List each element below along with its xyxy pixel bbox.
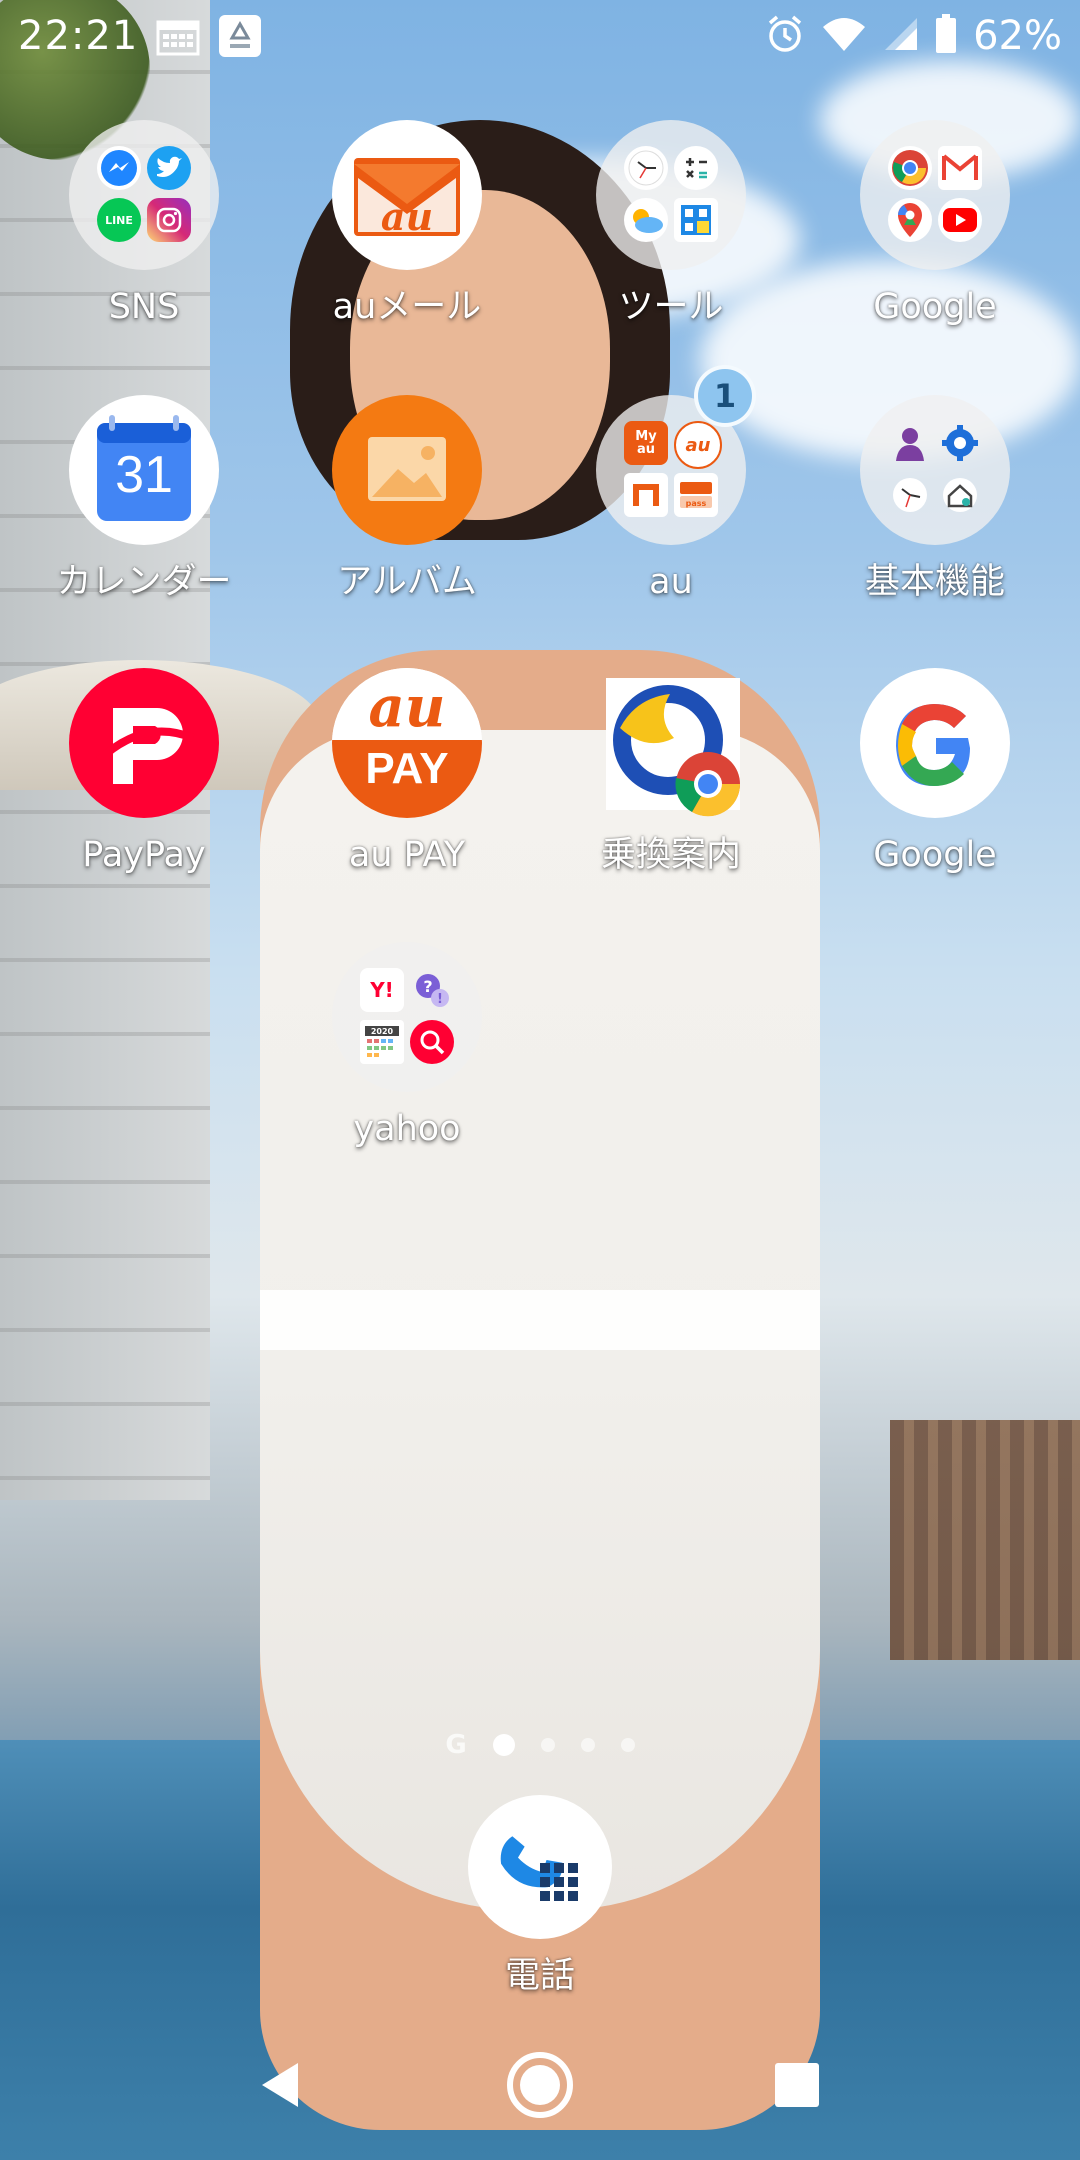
folder-basic-functions[interactable]: 基本機能: [820, 395, 1050, 603]
messenger-icon: [97, 146, 141, 190]
folder-sns[interactable]: LINE SNS: [29, 120, 259, 328]
app-label: カレンダー: [56, 562, 232, 602]
folder-basic-functions-icon[interactable]: [860, 395, 1010, 545]
calendar-2020-icon: 2020: [360, 1020, 404, 1064]
calendar-day: 31: [115, 446, 173, 504]
transit-icon[interactable]: [596, 668, 746, 818]
status-time: 22:21: [18, 13, 139, 59]
folder-au[interactable]: My au au pass 1 au: [556, 365, 786, 603]
app-album[interactable]: アルバム: [292, 395, 522, 603]
back-button[interactable]: [235, 2040, 325, 2130]
status-bar: 22:21 62%: [0, 0, 1080, 72]
google-icon[interactable]: [860, 668, 1010, 818]
app-calendar[interactable]: 31 カレンダー: [29, 395, 259, 603]
svg-text:?: ?: [423, 977, 432, 996]
alarm-icon: [765, 14, 805, 58]
app-label: PayPay: [82, 835, 206, 875]
battery-percent: 62%: [973, 13, 1062, 59]
calendar-icon[interactable]: 31: [69, 395, 219, 545]
page-dot-1[interactable]: [492, 1734, 515, 1756]
app-label: ツール: [618, 287, 724, 327]
calendar-notification-icon: [156, 16, 200, 56]
app-label: au: [649, 562, 693, 602]
paypay-icon[interactable]: [69, 668, 219, 818]
page-dot-3[interactable]: [580, 1738, 595, 1752]
recents-icon: [775, 2063, 819, 2107]
yahoo-japan-icon: Y!: [360, 968, 404, 1012]
back-icon: [262, 2063, 298, 2107]
app-au-mail[interactable]: au auメール: [292, 120, 522, 328]
svg-text:au: au: [381, 194, 433, 239]
page-dot-4[interactable]: [620, 1738, 635, 1752]
navigation-bar: [0, 2010, 1080, 2160]
folder-tools-icon[interactable]: [596, 120, 746, 270]
svg-text:2020: 2020: [371, 1027, 394, 1036]
calculator-icon: [674, 146, 718, 190]
app-label: 電話: [504, 1956, 575, 1996]
folder-au-icon[interactable]: My au au pass 1: [596, 365, 756, 545]
page-indicator[interactable]: G: [0, 1730, 1080, 1760]
folder-yahoo-icon[interactable]: Y! ?! 2020: [332, 942, 482, 1092]
folder-tools[interactable]: ツール: [556, 120, 786, 328]
folder-yahoo[interactable]: Y! ?! 2020 yahoo: [292, 942, 522, 1150]
au-mail-icon[interactable]: au: [332, 120, 482, 270]
weather-icon: [624, 198, 668, 242]
au-pay-logo-bottom: PAY: [365, 744, 449, 793]
app-notification-icon: [218, 14, 262, 58]
app-paypay[interactable]: PayPay: [29, 668, 259, 876]
au-wallet-icon: au: [674, 421, 722, 469]
clock-icon: [888, 473, 932, 517]
app-google[interactable]: Google: [820, 668, 1050, 876]
wallpaper-fence: [890, 1420, 1080, 1660]
gmail-icon: [938, 146, 982, 190]
app-transit[interactable]: 乗換案内: [556, 668, 786, 876]
chiebukuro-icon: ?!: [410, 968, 454, 1012]
signal-icon: [883, 16, 919, 56]
home-button[interactable]: [495, 2040, 585, 2130]
youtube-icon: [938, 198, 982, 242]
wifi-icon: [821, 15, 867, 57]
contacts-icon: [888, 421, 932, 465]
line-icon: LINE: [97, 198, 141, 242]
maps-icon: [888, 198, 932, 242]
folder-google-icon[interactable]: [860, 120, 1010, 270]
app-label: 乗換案内: [600, 835, 741, 875]
folder-sns-icon[interactable]: LINE: [69, 120, 219, 270]
app-label: SNS: [108, 287, 180, 327]
app-phone[interactable]: 電話: [460, 1795, 620, 1997]
app-label: au PAY: [348, 835, 466, 875]
clock-icon: [624, 146, 668, 190]
smart-home-icon: [938, 473, 982, 517]
google-feed-indicator[interactable]: G: [445, 1730, 466, 1760]
svg-text:pass: pass: [686, 499, 707, 508]
album-icon[interactable]: [332, 395, 482, 545]
app-label: Google: [873, 287, 997, 327]
phone-icon[interactable]: [468, 1795, 612, 1939]
app-label: auメール: [332, 287, 482, 327]
chrome-icon: [888, 146, 932, 190]
au-pay-logo-top: au: [368, 674, 446, 740]
au-pay-market-icon: [624, 473, 668, 517]
my-au-icon: My au: [624, 421, 668, 465]
pass-icon: pass: [674, 473, 718, 517]
app-label: アルバム: [337, 562, 477, 602]
instagram-icon: [147, 198, 191, 242]
qr-reader-icon: [674, 198, 718, 242]
settings-icon: [938, 421, 982, 465]
twitter-icon: [147, 146, 191, 190]
app-label: yahoo: [353, 1109, 461, 1149]
svg-text:!: !: [437, 992, 443, 1007]
app-label: Google: [873, 835, 997, 875]
status-right: 62%: [765, 13, 1062, 59]
home-icon: [507, 2052, 573, 2118]
au-pay-icon[interactable]: au PAY: [332, 668, 482, 818]
app-label: 基本機能: [864, 562, 1005, 602]
app-au-pay[interactable]: au PAY au PAY: [292, 668, 522, 876]
yahoo-search-icon: [410, 1020, 454, 1064]
notification-badge: 1: [694, 365, 756, 427]
folder-google[interactable]: Google: [820, 120, 1050, 328]
page-dot-2[interactable]: [540, 1738, 555, 1752]
battery-icon: [935, 14, 957, 58]
recents-button[interactable]: [752, 2040, 842, 2130]
